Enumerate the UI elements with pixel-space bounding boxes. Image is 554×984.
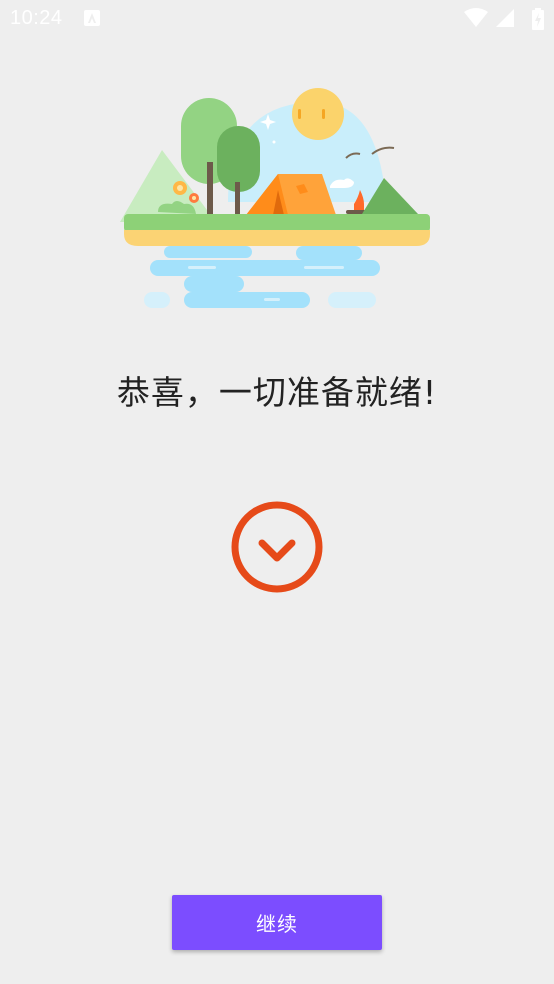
battery-charging-icon [532, 8, 544, 30]
continue-button[interactable]: 继续 [172, 895, 382, 950]
wifi-icon [464, 8, 488, 27]
cell-signal-icon [496, 9, 514, 27]
status-bar: 10:24 [0, 0, 554, 38]
page-title: 恭喜，一切准备就绪! [116, 373, 438, 412]
status-time: 10:24 [10, 7, 63, 29]
check-circle-icon [231, 501, 323, 593]
notification-a-icon [84, 10, 100, 26]
camping-island-illustration [120, 88, 430, 308]
